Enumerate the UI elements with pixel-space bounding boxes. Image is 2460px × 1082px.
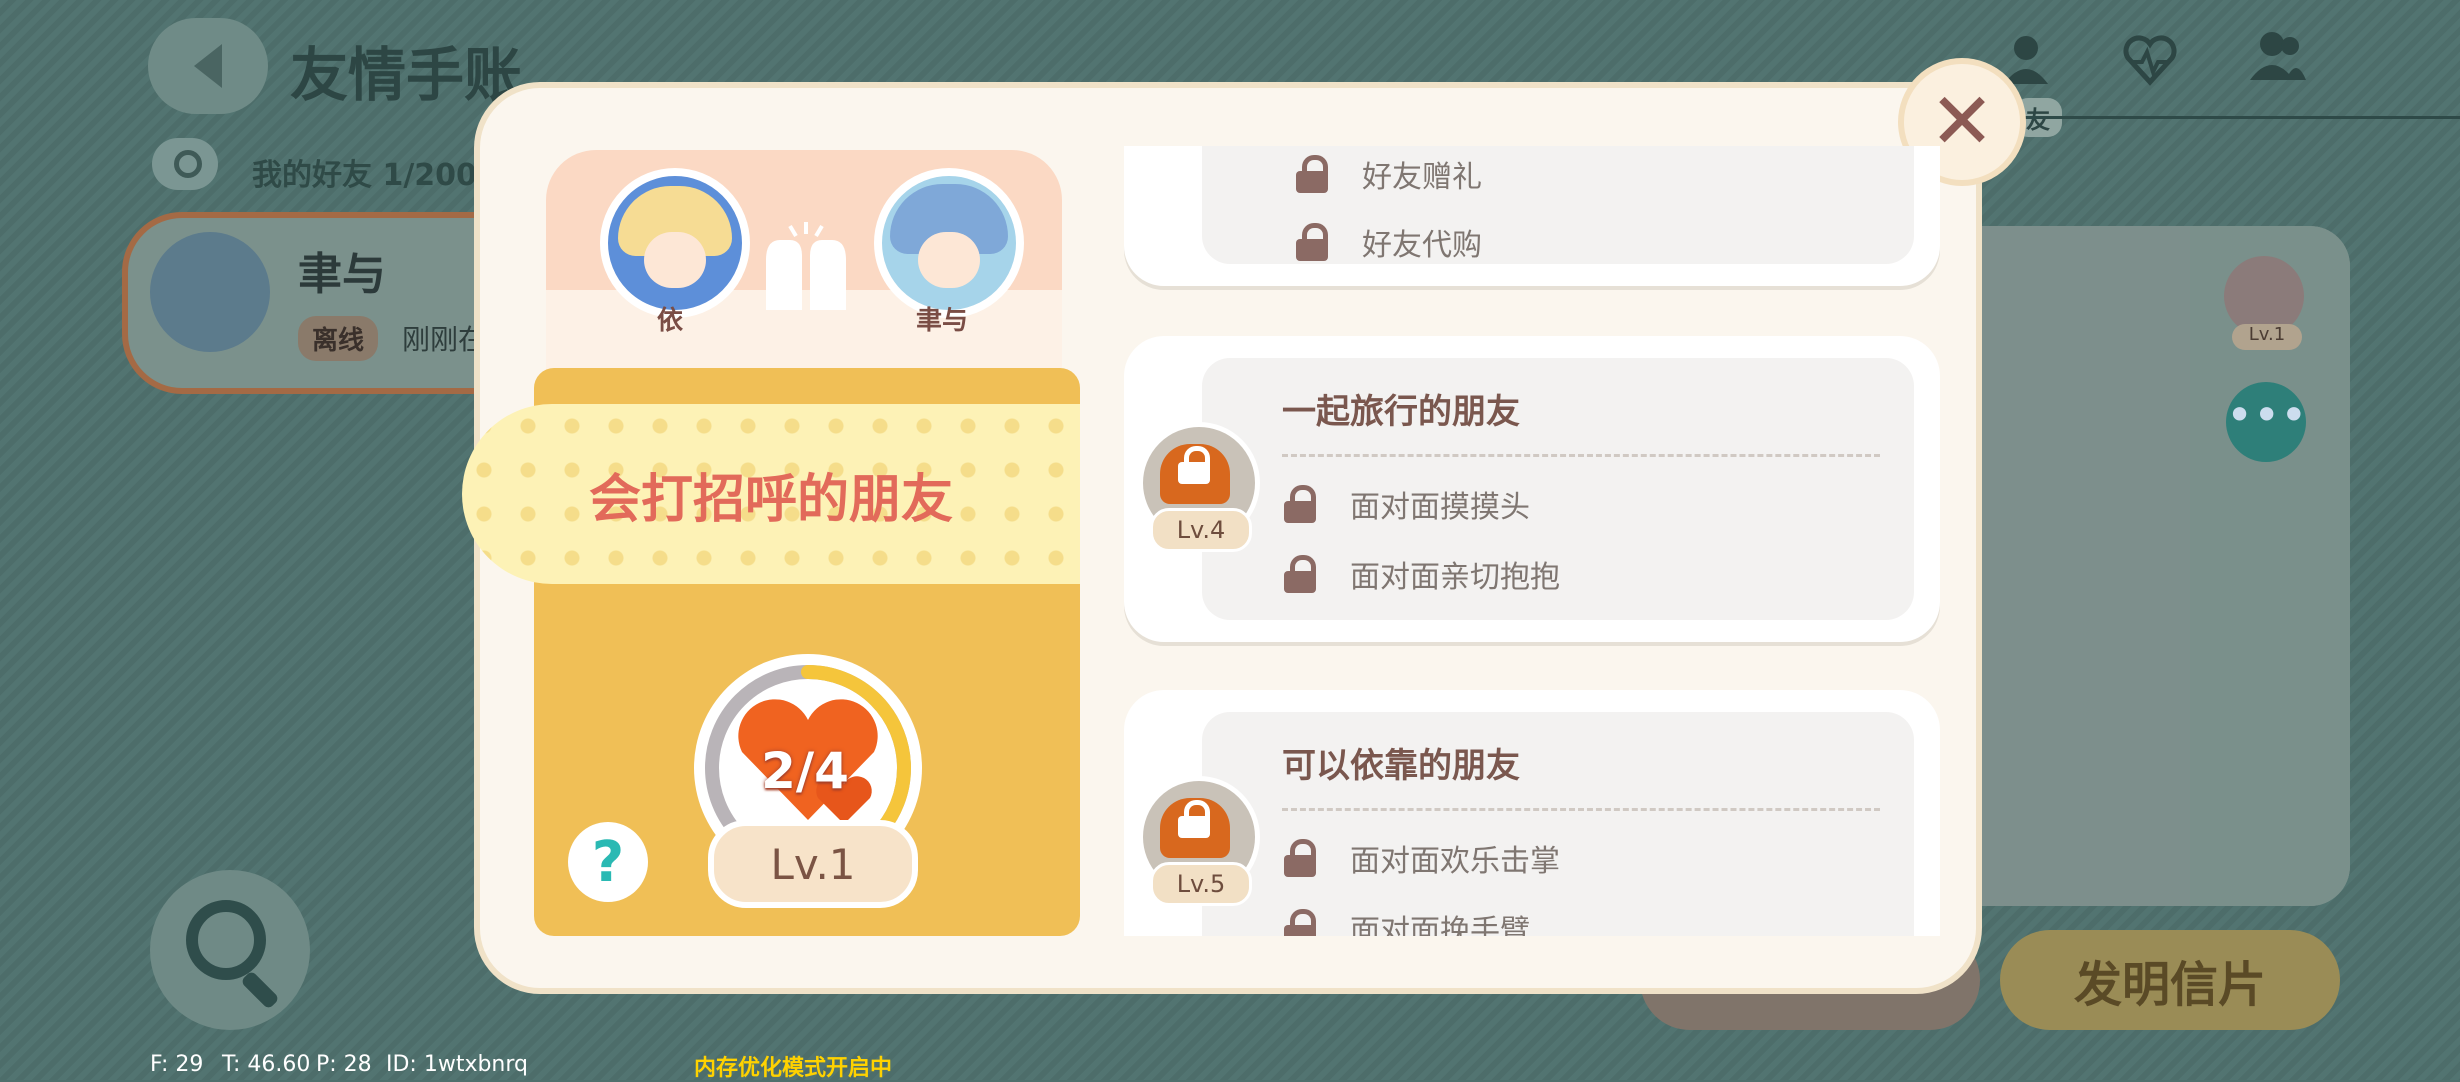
lock-icon [1176,800,1214,838]
lock-icon [1176,446,1214,484]
perk-card: 好友赠礼 好友代购 [1124,146,1940,286]
back-arrow-icon [194,44,222,88]
debug-temp: T: 46.60 [222,1052,311,1077]
perk-item: 面对面亲切抱抱 [1282,552,1560,596]
debug-p: P: 28 [316,1052,372,1077]
lock-icon [1294,155,1332,193]
lock-icon [1294,223,1332,261]
perk-item: 面对面挽手臂 [1282,906,1530,936]
lock-icon [1282,485,1320,523]
perk-card: 一起旅行的朋友 面对面摸摸头 面对面亲切抱抱 Lv.4 [1124,336,1940,642]
last-seen-text: 刚刚在 [402,323,487,356]
current-level: Lv.1 [708,820,918,908]
my-name: 依 [656,306,683,336]
level-title-ribbon: 会打招呼的朋友 [462,404,1080,584]
lock-icon [1282,839,1320,877]
perk-level-title: 可以依靠的朋友 [1282,746,1520,786]
search-icon [186,900,266,980]
locked-level-badge: Lv.5 [1138,776,1260,906]
debug-fps: F: 29 [150,1052,204,1077]
back-button[interactable] [148,18,268,114]
lock-icon [1282,555,1320,593]
memory-mode-notice: 内存优化模式开启中 [694,1056,893,1081]
perk-item: 面对面摸摸头 [1282,482,1530,526]
my-avatar [600,168,750,318]
perk-card: 可以依靠的朋友 面对面欢乐击掌 面对面挽手臂 Lv.5 [1124,690,1940,936]
perk-item: 好友代购 [1294,220,1482,264]
debug-id: ID: 1wtxbnrq [386,1052,529,1077]
friend-search-button[interactable] [152,138,218,190]
search-button[interactable] [150,870,310,1030]
invent-postcard-button[interactable]: 发明信片 [2000,930,2340,1030]
search-icon [174,150,202,178]
friend-name: 聿与 [298,249,386,300]
progress-text: 2/4 [761,742,849,800]
help-button[interactable]: ? [568,822,648,902]
status-badge: 离线 [298,316,379,361]
high-five-icon [766,222,846,310]
page-title: 友情手账 [290,41,523,109]
level-title: 会打招呼的朋友 [588,469,953,530]
perk-item: 好友赠礼 [1294,152,1482,196]
locked-level-badge: Lv.4 [1138,422,1260,552]
mini-level-label: Lv.1 [2232,324,2302,350]
friend-name-label: 聿与 [915,306,968,336]
lock-icon [1282,909,1320,936]
perks-scroll-list[interactable]: 好友赠礼 好友代购 一起旅行的朋友 面对面摸摸头 面对面亲切抱抱 Lv.4 可以… [1124,146,1942,936]
users-icon[interactable] [2248,26,2308,86]
mini-level-badge: Lv.1 [2224,256,2310,350]
more-options-button[interactable]: ••• [2226,382,2307,462]
perk-item: 面对面欢乐击掌 [1282,836,1560,880]
perk-level-title: 一起旅行的朋友 [1282,392,1520,432]
activity-heart-icon[interactable] [2120,30,2180,90]
friend-avatar-large [874,168,1024,318]
friend-avatar [150,232,270,352]
tab-underline [1986,116,2460,119]
friends-count-label: 我的好友 1/200 [252,158,477,193]
